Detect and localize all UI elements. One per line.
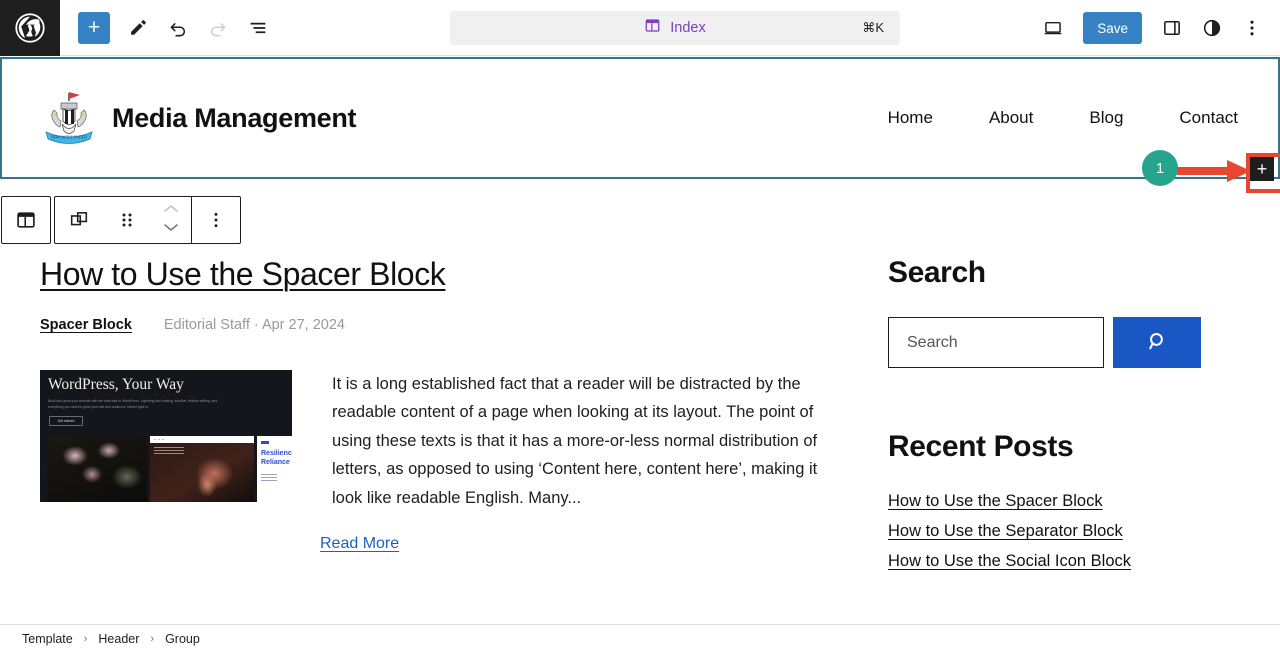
plus-icon: + <box>87 16 101 39</box>
redo-icon[interactable] <box>200 10 236 46</box>
panel-text-lines <box>154 446 184 456</box>
featured-panel-flowers <box>47 435 147 502</box>
insert-block-button[interactable]: + <box>1250 157 1274 181</box>
wordpress-logo-icon[interactable] <box>0 0 60 56</box>
breadcrumb-separator-icon: › <box>83 633 88 645</box>
command-bar-label: Index <box>670 20 706 36</box>
panel-accent-bar <box>261 440 269 444</box>
template-index-icon <box>644 17 661 39</box>
featured-image-button: Get started <box>49 415 83 426</box>
featured-image-subtext: Build and grow your website with the bes… <box>48 398 218 410</box>
breadcrumb-separator-icon: › <box>150 633 155 645</box>
move-down-icon[interactable] <box>162 220 180 238</box>
drag-handle-icon[interactable] <box>103 197 151 243</box>
post-category-link[interactable]: Spacer Block <box>40 317 132 333</box>
editor-toolbar: + Index ⌘K Save <box>0 0 1280 56</box>
command-bar-content: Index <box>644 17 706 39</box>
nav-item-about[interactable]: About <box>989 108 1033 128</box>
search-button[interactable] <box>1113 317 1201 368</box>
featured-panel-portrait <box>150 435 254 502</box>
block-actions-group <box>54 196 241 244</box>
view-desktop-icon[interactable] <box>1035 10 1071 46</box>
site-title: Media Management <box>112 102 357 133</box>
post-byline: Editorial Staff · Apr 27, 2024 <box>163 316 345 333</box>
block-type-template-icon[interactable] <box>2 197 50 243</box>
edit-mode-icon[interactable] <box>120 10 156 46</box>
site-branding: NEWCASTLE UNITED Media Management <box>0 88 357 148</box>
plus-icon: + <box>1256 159 1268 179</box>
search-icon <box>1145 329 1170 357</box>
nav-item-contact[interactable]: Contact <box>1179 108 1238 128</box>
recent-posts-list: How to Use the Spacer Block How to Use t… <box>888 492 1228 571</box>
panel-browser-bar <box>150 435 254 443</box>
block-type-group-icon[interactable] <box>55 197 103 243</box>
undo-icon[interactable] <box>160 10 196 46</box>
breadcrumb: Template › Header › Group <box>0 624 1280 653</box>
post-column: How to Use the Spacer Block Spacer Block… <box>40 256 830 553</box>
block-toolbar <box>1 196 241 244</box>
sidebar: Search Recent Posts How to Use t <box>888 256 1228 571</box>
nav-item-blog[interactable]: Blog <box>1089 108 1123 128</box>
list-view-icon[interactable] <box>240 10 276 46</box>
callout-arrow-icon <box>1177 158 1252 189</box>
block-movers <box>151 197 191 243</box>
recent-post-item[interactable]: How to Use the Separator Block <box>888 522 1228 541</box>
featured-image-panels: Resilience Reliance <box>47 435 292 502</box>
save-button[interactable]: Save <box>1083 12 1142 44</box>
search-block <box>888 317 1228 368</box>
panel-article-lines <box>261 473 277 483</box>
post-title-link[interactable]: How to Use the Spacer Block <box>40 256 830 293</box>
toolbar-right-group: Save <box>1035 0 1270 56</box>
callout-step-badge: 1 <box>1142 150 1178 186</box>
svg-text:NEWCASTLE UNITED: NEWCASTLE UNITED <box>51 136 87 140</box>
breadcrumb-item-template[interactable]: Template <box>22 632 73 646</box>
recent-post-item[interactable]: How to Use the Social Icon Block <box>888 552 1228 571</box>
panel-article-title: Resilience Reliance <box>261 449 292 466</box>
options-menu-icon[interactable] <box>1234 10 1270 46</box>
read-more-link[interactable]: Read More <box>320 535 399 553</box>
toolbar-left-group: + <box>60 10 276 46</box>
search-input[interactable] <box>888 317 1104 368</box>
breadcrumb-item-header[interactable]: Header <box>98 632 139 646</box>
featured-panel-article: Resilience Reliance <box>257 435 292 502</box>
post-body: WordPress, Your Way Build and grow your … <box>40 369 830 513</box>
recent-posts-heading: Recent Posts <box>888 430 1074 463</box>
site-crest-logo: NEWCASTLE UNITED <box>40 88 98 148</box>
styles-icon[interactable] <box>1194 10 1230 46</box>
nav-item-home[interactable]: Home <box>888 108 933 128</box>
command-bar-shortcut: ⌘K <box>862 20 884 35</box>
settings-sidebar-icon[interactable] <box>1154 10 1190 46</box>
move-up-icon[interactable] <box>162 202 180 220</box>
block-type-group <box>1 196 51 244</box>
site-navigation: Home About Blog Contact <box>888 108 1238 128</box>
search-heading: Search <box>888 256 986 289</box>
featured-image-headline: WordPress, Your Way <box>48 375 184 393</box>
recent-post-item[interactable]: How to Use the Spacer Block <box>888 492 1228 511</box>
app-root: + Index ⌘K Save NEWCASTLE UNITED Media M… <box>0 0 1280 653</box>
featured-image[interactable]: WordPress, Your Way Build and grow your … <box>40 369 292 502</box>
command-bar[interactable]: Index ⌘K <box>450 11 900 45</box>
block-options-icon[interactable] <box>192 197 240 243</box>
post-excerpt: It is a long established fact that a rea… <box>332 374 818 507</box>
breadcrumb-item-group[interactable]: Group <box>165 632 200 646</box>
site-header-block[interactable]: NEWCASTLE UNITED Media Management Home A… <box>0 57 1280 179</box>
post-meta: Spacer Block Editorial Staff · Apr 27, 2… <box>40 317 830 333</box>
add-block-button[interactable]: + <box>78 11 110 44</box>
editor-canvas: NEWCASTLE UNITED Media Management Home A… <box>0 56 1280 624</box>
